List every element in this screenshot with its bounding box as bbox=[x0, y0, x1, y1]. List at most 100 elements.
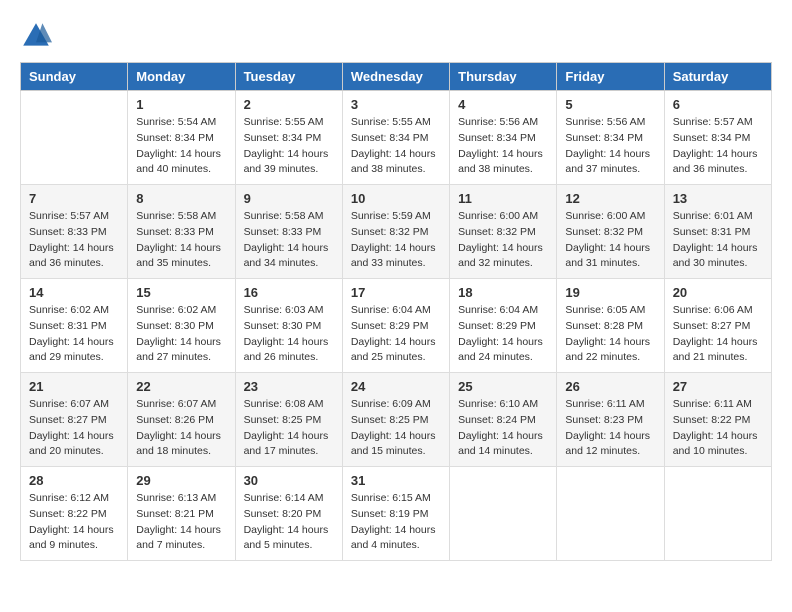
day-number: 24 bbox=[351, 379, 441, 394]
day-cell: 24 Sunrise: 6:09 AMSunset: 8:25 PMDayligh… bbox=[342, 373, 449, 467]
day-number: 28 bbox=[29, 473, 119, 488]
day-info: Sunrise: 6:09 AMSunset: 8:25 PMDaylight:… bbox=[351, 397, 441, 460]
week-row-3: 14 Sunrise: 6:02 AMSunset: 8:31 PMDayligh… bbox=[21, 279, 772, 373]
day-info: Sunrise: 5:57 AMSunset: 8:34 PMDaylight:… bbox=[673, 115, 763, 178]
day-number: 16 bbox=[244, 285, 334, 300]
day-info: Sunrise: 5:59 AMSunset: 8:32 PMDaylight:… bbox=[351, 209, 441, 272]
day-info: Sunrise: 5:58 AMSunset: 8:33 PMDaylight:… bbox=[136, 209, 226, 272]
day-info: Sunrise: 6:15 AMSunset: 8:19 PMDaylight:… bbox=[351, 491, 441, 554]
day-number: 19 bbox=[565, 285, 655, 300]
day-info: Sunrise: 6:04 AMSunset: 8:29 PMDaylight:… bbox=[458, 303, 548, 366]
day-info: Sunrise: 6:05 AMSunset: 8:28 PMDaylight:… bbox=[565, 303, 655, 366]
day-cell: 2Sunrise: 5:55 AMSunset: 8:34 PMDaylight… bbox=[235, 91, 342, 185]
calendar-table: SundayMondayTuesdayWednesdayThursdayFrid… bbox=[20, 62, 772, 561]
day-cell: 15 Sunrise: 6:02 AMSunset: 8:30 PMDayligh… bbox=[128, 279, 235, 373]
header-tuesday: Tuesday bbox=[235, 63, 342, 91]
day-info: Sunrise: 6:03 AMSunset: 8:30 PMDaylight:… bbox=[244, 303, 334, 366]
header-saturday: Saturday bbox=[664, 63, 771, 91]
day-cell: 14 Sunrise: 6:02 AMSunset: 8:31 PMDayligh… bbox=[21, 279, 128, 373]
day-info: Sunrise: 5:54 AMSunset: 8:34 PMDaylight:… bbox=[136, 115, 226, 178]
day-cell: 31Sunrise: 6:15 AMSunset: 8:19 PMDayligh… bbox=[342, 467, 449, 561]
day-info: Sunrise: 6:00 AMSunset: 8:32 PMDaylight:… bbox=[565, 209, 655, 272]
week-row-5: 28 Sunrise: 6:12 AMSunset: 8:22 PMDayligh… bbox=[21, 467, 772, 561]
day-cell: 26Sunrise: 6:11 AMSunset: 8:23 PMDayligh… bbox=[557, 373, 664, 467]
logo bbox=[20, 20, 58, 52]
day-cell: 6 Sunrise: 5:57 AMSunset: 8:34 PMDaylight… bbox=[664, 91, 771, 185]
day-cell: 9 Sunrise: 5:58 AMSunset: 8:33 PMDaylight… bbox=[235, 185, 342, 279]
day-cell: 11 Sunrise: 6:00 AMSunset: 8:32 PMDayligh… bbox=[450, 185, 557, 279]
day-cell: 17Sunrise: 6:04 AMSunset: 8:29 PMDayligh… bbox=[342, 279, 449, 373]
day-info: Sunrise: 6:12 AMSunset: 8:22 PMDaylight:… bbox=[29, 491, 119, 554]
day-number: 5 bbox=[565, 97, 655, 112]
header-thursday: Thursday bbox=[450, 63, 557, 91]
day-number: 1 bbox=[136, 97, 226, 112]
day-info: Sunrise: 6:11 AMSunset: 8:22 PMDaylight:… bbox=[673, 397, 763, 460]
header-monday: Monday bbox=[128, 63, 235, 91]
day-cell: 4 Sunrise: 5:56 AMSunset: 8:34 PMDaylight… bbox=[450, 91, 557, 185]
day-number: 14 bbox=[29, 285, 119, 300]
day-info: Sunrise: 6:14 AMSunset: 8:20 PMDaylight:… bbox=[244, 491, 334, 554]
day-info: Sunrise: 6:02 AMSunset: 8:31 PMDaylight:… bbox=[29, 303, 119, 366]
day-cell: 18Sunrise: 6:04 AMSunset: 8:29 PMDayligh… bbox=[450, 279, 557, 373]
day-number: 30 bbox=[244, 473, 334, 488]
day-number: 7 bbox=[29, 191, 119, 206]
day-cell: 5 Sunrise: 5:56 AMSunset: 8:34 PMDaylight… bbox=[557, 91, 664, 185]
day-info: Sunrise: 5:56 AMSunset: 8:34 PMDaylight:… bbox=[565, 115, 655, 178]
day-info: Sunrise: 5:56 AMSunset: 8:34 PMDaylight:… bbox=[458, 115, 548, 178]
day-number: 11 bbox=[458, 191, 548, 206]
day-cell: 21 Sunrise: 6:07 AMSunset: 8:27 PMDayligh… bbox=[21, 373, 128, 467]
day-cell: 30 Sunrise: 6:14 AMSunset: 8:20 PMDayligh… bbox=[235, 467, 342, 561]
day-number: 2 bbox=[244, 97, 334, 112]
day-cell bbox=[557, 467, 664, 561]
day-info: Sunrise: 6:02 AMSunset: 8:30 PMDaylight:… bbox=[136, 303, 226, 366]
day-number: 27 bbox=[673, 379, 763, 394]
day-info: Sunrise: 6:07 AMSunset: 8:27 PMDaylight:… bbox=[29, 397, 119, 460]
day-number: 15 bbox=[136, 285, 226, 300]
day-info: Sunrise: 6:04 AMSunset: 8:29 PMDaylight:… bbox=[351, 303, 441, 366]
week-row-4: 21 Sunrise: 6:07 AMSunset: 8:27 PMDayligh… bbox=[21, 373, 772, 467]
day-cell: 3 Sunrise: 5:55 AMSunset: 8:34 PMDaylight… bbox=[342, 91, 449, 185]
day-number: 21 bbox=[29, 379, 119, 394]
day-number: 12 bbox=[565, 191, 655, 206]
day-info: Sunrise: 6:11 AMSunset: 8:23 PMDaylight:… bbox=[565, 397, 655, 460]
header-sunday: Sunday bbox=[21, 63, 128, 91]
header-row: SundayMondayTuesdayWednesdayThursdayFrid… bbox=[21, 63, 772, 91]
day-cell: 27 Sunrise: 6:11 AMSunset: 8:22 PMDayligh… bbox=[664, 373, 771, 467]
day-number: 13 bbox=[673, 191, 763, 206]
day-cell: 28 Sunrise: 6:12 AMSunset: 8:22 PMDayligh… bbox=[21, 467, 128, 561]
day-cell: 8 Sunrise: 5:58 AMSunset: 8:33 PMDaylight… bbox=[128, 185, 235, 279]
day-info: Sunrise: 6:08 AMSunset: 8:25 PMDaylight:… bbox=[244, 397, 334, 460]
week-row-1: 1 Sunrise: 5:54 AMSunset: 8:34 PMDaylight… bbox=[21, 91, 772, 185]
day-cell: 23 Sunrise: 6:08 AMSunset: 8:25 PMDayligh… bbox=[235, 373, 342, 467]
day-number: 8 bbox=[136, 191, 226, 206]
day-info: Sunrise: 6:06 AMSunset: 8:27 PMDaylight:… bbox=[673, 303, 763, 366]
header-friday: Friday bbox=[557, 63, 664, 91]
day-info: Sunrise: 6:00 AMSunset: 8:32 PMDaylight:… bbox=[458, 209, 548, 272]
day-cell: 12 Sunrise: 6:00 AMSunset: 8:32 PMDayligh… bbox=[557, 185, 664, 279]
day-info: Sunrise: 6:07 AMSunset: 8:26 PMDaylight:… bbox=[136, 397, 226, 460]
day-info: Sunrise: 6:10 AMSunset: 8:24 PMDaylight:… bbox=[458, 397, 548, 460]
week-row-2: 7Sunrise: 5:57 AMSunset: 8:33 PMDaylight… bbox=[21, 185, 772, 279]
day-number: 6 bbox=[673, 97, 763, 112]
page-header bbox=[20, 20, 772, 52]
day-info: Sunrise: 6:01 AMSunset: 8:31 PMDaylight:… bbox=[673, 209, 763, 272]
day-info: Sunrise: 5:55 AMSunset: 8:34 PMDaylight:… bbox=[351, 115, 441, 178]
day-number: 29 bbox=[136, 473, 226, 488]
day-number: 25 bbox=[458, 379, 548, 394]
day-cell: 7Sunrise: 5:57 AMSunset: 8:33 PMDaylight… bbox=[21, 185, 128, 279]
day-cell: 25 Sunrise: 6:10 AMSunset: 8:24 PMDayligh… bbox=[450, 373, 557, 467]
day-number: 23 bbox=[244, 379, 334, 394]
day-number: 4 bbox=[458, 97, 548, 112]
day-cell bbox=[450, 467, 557, 561]
day-number: 9 bbox=[244, 191, 334, 206]
day-cell: 19 Sunrise: 6:05 AMSunset: 8:28 PMDayligh… bbox=[557, 279, 664, 373]
day-cell: 22Sunrise: 6:07 AMSunset: 8:26 PMDayligh… bbox=[128, 373, 235, 467]
day-info: Sunrise: 6:13 AMSunset: 8:21 PMDaylight:… bbox=[136, 491, 226, 554]
day-cell: 1 Sunrise: 5:54 AMSunset: 8:34 PMDaylight… bbox=[128, 91, 235, 185]
day-number: 3 bbox=[351, 97, 441, 112]
day-cell: 10Sunrise: 5:59 AMSunset: 8:32 PMDayligh… bbox=[342, 185, 449, 279]
day-cell: 16 Sunrise: 6:03 AMSunset: 8:30 PMDayligh… bbox=[235, 279, 342, 373]
day-cell bbox=[21, 91, 128, 185]
day-info: Sunrise: 5:58 AMSunset: 8:33 PMDaylight:… bbox=[244, 209, 334, 272]
day-cell bbox=[664, 467, 771, 561]
